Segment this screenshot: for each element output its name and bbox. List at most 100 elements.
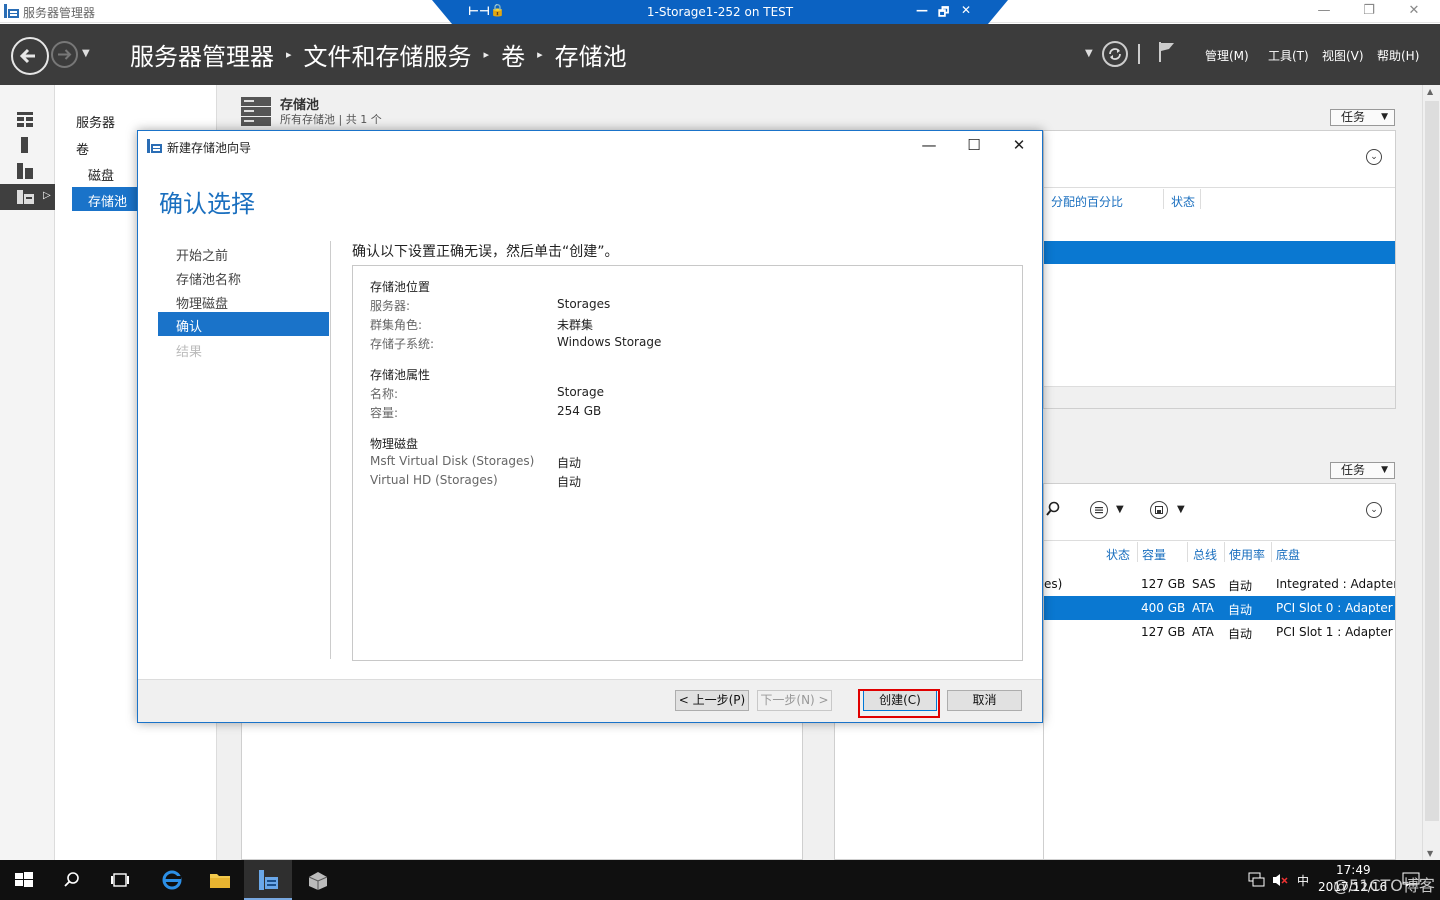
table-row[interactable] (1044, 241, 1395, 264)
summary-key: 名称: (370, 387, 399, 401)
app-header: ▼ 服务器管理器 ▸ 文件和存储服务 ▸ 卷 ▸ 存储池 ▼ 管理(M) 工具(… (0, 24, 1440, 85)
scroll-thumb[interactable] (1425, 101, 1439, 821)
table-row[interactable]: 400 GB ATA 自动 PCI Slot 0 : Adapter 0 (1044, 596, 1395, 620)
disk-usage-cell: 自动 (1228, 579, 1253, 593)
rail-dashboard[interactable] (0, 106, 55, 132)
forward-button[interactable] (51, 41, 78, 68)
task-view-button[interactable] (96, 860, 144, 900)
menu-tools[interactable]: 工具(T) (1268, 47, 1309, 64)
search-icon[interactable] (1044, 500, 1062, 518)
windows-logo-icon (15, 872, 33, 887)
volume-muted-icon[interactable] (1271, 872, 1289, 888)
breadcrumb-server-manager[interactable]: 服务器管理器 (130, 37, 274, 72)
summary-value: Windows Storage (557, 335, 662, 349)
rail-local-server[interactable] (0, 132, 55, 158)
summary-key: 存储子系统: (370, 337, 435, 351)
scroll-down-icon[interactable]: ▼ (1427, 849, 1433, 858)
col-divider (1224, 542, 1225, 562)
search-taskbar-button[interactable] (48, 860, 96, 900)
chevron-down-icon: ▼ (1381, 112, 1388, 122)
pools-tasks-button[interactable]: 任务 ▼ (1330, 109, 1395, 126)
disks-tasks-button[interactable]: 任务 ▼ (1330, 462, 1395, 479)
rdp-restore-button[interactable]: 🗗 (938, 3, 949, 24)
col-header-capacity[interactable]: 容量 (1142, 546, 1166, 563)
col-header-status[interactable]: 状态 (1106, 546, 1130, 563)
main-scrollbar[interactable]: ▲ ▼ (1422, 85, 1440, 860)
disk-chassis-cell: PCI Slot 1 : Adapter 0 (1276, 625, 1395, 639)
server-manager-icon (259, 870, 278, 890)
disk-chassis-cell: PCI Slot 0 : Adapter 0 (1276, 601, 1395, 615)
dialog-minimize-button[interactable]: — (914, 136, 944, 154)
nav-item-disks[interactable]: 磁盘 (88, 165, 114, 184)
create-highlight-box (858, 689, 940, 718)
storage-pool-icon (241, 97, 271, 126)
disk-capacity-cell: 127 GB (1141, 625, 1186, 639)
breadcrumb-storage-pools[interactable]: 存储池 (555, 37, 627, 72)
col-header-chassis[interactable]: 底盘 (1276, 546, 1300, 563)
dialog-close-button[interactable]: ✕ (1004, 136, 1034, 154)
breadcrumb-file-storage[interactable]: 文件和存储服务 (304, 37, 472, 72)
step-confirmation[interactable]: 确认 (158, 312, 329, 336)
network-icon[interactable] (1248, 872, 1266, 888)
nav-item-volumes[interactable]: 卷 (76, 139, 89, 158)
nav-item-servers[interactable]: 服务器 (76, 112, 115, 131)
next-button: 下一步(N) > (757, 690, 832, 711)
col-header-bus[interactable]: 总线 (1193, 546, 1217, 563)
summary-key: Msft Virtual Disk (Storages) (370, 454, 535, 468)
window-close-button[interactable]: ✕ (1392, 2, 1436, 22)
menu-help[interactable]: 帮助(H) (1377, 47, 1419, 64)
step-before-you-begin[interactable]: 开始之前 (176, 245, 228, 264)
breadcrumb-separator-icon: ▸ (286, 47, 292, 61)
chevron-down-icon[interactable]: ▼ (1177, 504, 1185, 515)
collapse-toggle-icon[interactable]: ⌄ (1366, 149, 1382, 165)
horizontal-scrollbar[interactable] (1044, 386, 1395, 408)
disk-bus-cell: SAS (1192, 577, 1216, 591)
file-storage-icon (17, 190, 34, 204)
start-button[interactable] (0, 860, 48, 900)
dialog-titlebar: 新建存储池向导 — ☐ ✕ (138, 131, 1042, 161)
notification-flag-icon[interactable] (1157, 40, 1177, 64)
table-row[interactable]: 127 GB ATA 自动 PCI Slot 1 : Adapter 0 (1044, 620, 1395, 644)
menu-manage[interactable]: 管理(M) (1205, 47, 1249, 64)
breadcrumb: 服务器管理器 ▸ 文件和存储服务 ▸ 卷 ▸ 存储池 (130, 37, 627, 72)
table-row[interactable]: es) 127 GB SAS 自动 Integrated : Adapter (1044, 572, 1395, 596)
menu-view[interactable]: 视图(V) (1322, 47, 1364, 64)
col-header-usage[interactable]: 使用率 (1229, 546, 1265, 563)
storage-taskbar-button[interactable] (294, 860, 342, 900)
list-filter-icon[interactable] (1090, 501, 1108, 519)
ie-taskbar-button[interactable] (148, 860, 196, 900)
header-dropdown-icon[interactable]: ▼ (1085, 48, 1093, 59)
summary-value: 254 GB (557, 404, 602, 418)
window-minimize-button[interactable]: — (1302, 2, 1346, 22)
scroll-up-icon[interactable]: ▲ (1427, 87, 1433, 96)
col-divider (1200, 189, 1201, 209)
rdp-minimize-button[interactable]: — (916, 3, 928, 17)
step-physical-disks[interactable]: 物理磁盘 (176, 293, 228, 312)
back-button[interactable] (11, 37, 49, 75)
breadcrumb-volumes[interactable]: 卷 (501, 37, 525, 72)
dialog-maximize-button[interactable]: ☐ (959, 136, 989, 154)
col-header-percent[interactable]: 分配的百分比 (1051, 193, 1123, 210)
rail-file-storage[interactable]: ▷ (0, 184, 55, 210)
window-maximize-button[interactable]: ❐ (1347, 2, 1391, 22)
summary-key: Virtual HD (Storages) (370, 473, 498, 487)
step-pool-name[interactable]: 存储池名称 (176, 269, 241, 288)
cancel-button[interactable]: 取消 (947, 690, 1022, 711)
rdp-close-button[interactable]: ✕ (961, 3, 971, 17)
col-divider (1137, 542, 1138, 562)
collapse-toggle-icon[interactable]: ⌄ (1366, 502, 1382, 518)
summary-value: Storages (557, 297, 611, 311)
rail-all-servers[interactable] (0, 158, 55, 184)
col-header-status[interactable]: 状态 (1171, 193, 1195, 210)
server-icon (21, 137, 28, 153)
previous-button[interactable]: < 上一步(P) (675, 690, 749, 711)
refresh-button[interactable] (1102, 41, 1128, 67)
explorer-taskbar-button[interactable] (196, 860, 244, 900)
history-dropdown-icon[interactable]: ▼ (82, 48, 90, 59)
steps-divider (330, 241, 331, 659)
save-query-icon[interactable] (1150, 501, 1168, 519)
ime-indicator[interactable]: 中 (1297, 872, 1309, 889)
chevron-down-icon[interactable]: ▼ (1116, 504, 1124, 515)
server-manager-taskbar-button[interactable] (244, 860, 292, 900)
all-servers-icon (17, 163, 33, 179)
